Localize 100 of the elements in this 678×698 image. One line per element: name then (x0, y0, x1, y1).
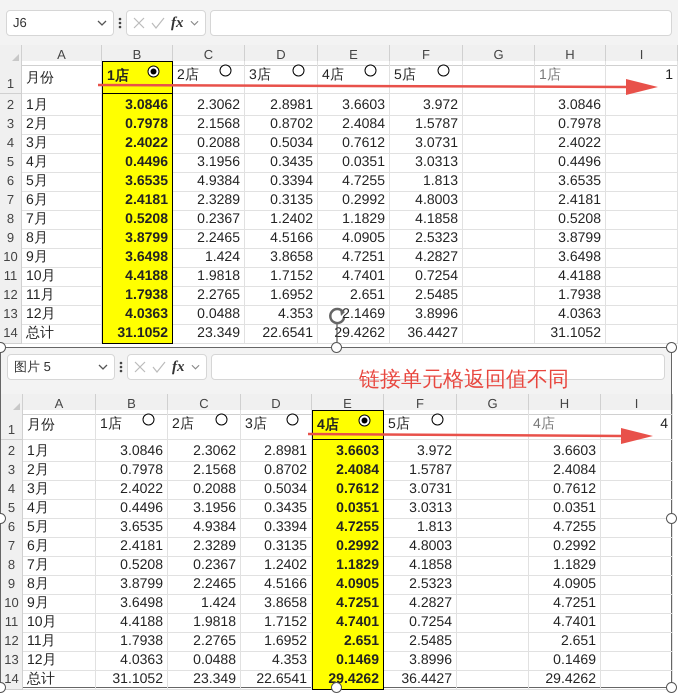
table-cell: 1.9818 (168, 611, 241, 633)
radio-button[interactable] (364, 64, 377, 77)
table-cell: 4.1858 (390, 208, 463, 230)
empty-cell (457, 535, 529, 557)
radio-button[interactable] (147, 65, 160, 78)
function-button[interactable]: fx (172, 356, 184, 378)
store-label: 4店 (317, 415, 339, 434)
check-icon[interactable] (152, 361, 166, 373)
table-cell: 0.5208 (535, 208, 606, 230)
table-cell: 1.5787 (390, 113, 463, 135)
table-cell: 0.7978 (96, 459, 168, 481)
empty-cell (457, 611, 529, 633)
table-cell: 2.8981 (245, 94, 318, 116)
empty-cell (606, 113, 678, 135)
table-cell: 2.2765 (173, 284, 245, 306)
table-cell: 3.6603 (529, 440, 601, 462)
row-header[interactable]: 1 (0, 61, 22, 94)
table-cell: 3.1956 (168, 497, 241, 519)
radio-button[interactable] (219, 64, 232, 77)
table-cell: 4.8003 (384, 535, 457, 557)
store-label: 2店 (177, 65, 199, 84)
check-icon[interactable] (151, 17, 165, 29)
table-cell: 0.0488 (173, 303, 245, 325)
chevron-down-icon (97, 20, 107, 26)
name-box[interactable]: J6 (6, 10, 114, 36)
table-cell: 9月 (23, 592, 96, 614)
chevron-down-icon[interactable] (190, 20, 198, 26)
empty-cell (463, 246, 535, 268)
empty-cell (606, 227, 678, 249)
resize-handle[interactable] (331, 682, 342, 693)
column-header[interactable]: I (606, 45, 678, 66)
table-cell: 1.813 (390, 170, 463, 192)
resize-handle[interactable] (666, 682, 677, 693)
table-cell: 1.813 (384, 516, 457, 538)
annotation-text: 链接单元格返回值不同 (359, 369, 569, 390)
radio-button[interactable] (215, 413, 228, 426)
store-label: 3店 (245, 414, 267, 433)
table-cell: 2.3062 (173, 94, 245, 116)
radio-button[interactable] (358, 414, 371, 427)
table-cell: 0.7254 (384, 611, 457, 633)
radio-button[interactable] (437, 64, 450, 77)
table-cell: 4.8003 (390, 189, 463, 211)
empty-cell (463, 113, 535, 135)
table-cell: 总计 (23, 668, 96, 690)
table-cell: 23.349 (168, 668, 241, 690)
radio-button[interactable] (142, 413, 155, 426)
table-cell: 0.3135 (245, 189, 318, 211)
table-cell: 1.7938 (96, 630, 168, 652)
table-cell: 31.1052 (96, 668, 168, 690)
formula-input[interactable] (210, 10, 672, 36)
empty-cell (463, 227, 535, 249)
table-cell: 4.0363 (535, 303, 606, 325)
table-cell: 3.8799 (535, 227, 606, 249)
name-box[interactable]: 图片 5 (7, 354, 115, 380)
table-cell: 0.2367 (173, 208, 245, 230)
table-cell: 29.4262 (312, 668, 384, 690)
table-cell: 月份 (23, 410, 96, 440)
empty-cell (606, 189, 678, 211)
radio-button[interactable] (292, 64, 305, 77)
function-button[interactable]: fx (171, 12, 184, 34)
column-header[interactable]: G (457, 394, 529, 414)
column-header[interactable]: H (529, 394, 601, 414)
table-cell: 3.972 (384, 440, 457, 462)
row-header[interactable]: 14 (0, 322, 22, 344)
table-cell: 3.6535 (535, 170, 606, 192)
empty-cell (601, 554, 673, 576)
empty-cell (463, 151, 535, 173)
resize-handle[interactable] (666, 513, 677, 524)
empty-cell (457, 649, 529, 671)
column-header[interactable]: H (535, 45, 606, 66)
table-cell: 23.349 (173, 322, 245, 344)
table-cell: 1.424 (173, 246, 245, 268)
more-options-icon[interactable] (119, 361, 123, 373)
row-header[interactable]: 1 (1, 410, 23, 440)
table-cell: 1.1829 (318, 208, 390, 230)
table-cell: 1店 (535, 61, 606, 94)
store-label: 5店 (394, 65, 416, 84)
more-options-icon[interactable] (118, 17, 122, 29)
column-header[interactable]: G (463, 45, 535, 66)
row-header[interactable]: 14 (1, 668, 23, 690)
table-cell: 3.8799 (96, 573, 168, 595)
empty-cell (601, 649, 673, 671)
table-cell: 1.6952 (245, 284, 318, 306)
table-cell: 1.7938 (535, 284, 606, 306)
table-cell: 4.5166 (245, 227, 318, 249)
chevron-down-icon[interactable] (190, 364, 200, 370)
radio-button[interactable] (431, 413, 444, 426)
table-cell: 0.0351 (318, 151, 390, 173)
resize-handle[interactable] (331, 342, 342, 353)
column-header[interactable]: A (22, 45, 102, 66)
table-cell: 2.651 (529, 630, 601, 652)
column-header[interactable]: I (601, 394, 673, 414)
store-label: 1店 (107, 66, 129, 85)
table-cell: 4.4188 (535, 265, 606, 287)
resize-handle[interactable] (666, 342, 677, 353)
radio-button[interactable] (286, 413, 299, 426)
empty-cell (606, 208, 678, 230)
table-cell: 0.7612 (318, 132, 390, 154)
column-header[interactable]: A (23, 394, 96, 414)
table-cell: 4.9384 (173, 170, 245, 192)
